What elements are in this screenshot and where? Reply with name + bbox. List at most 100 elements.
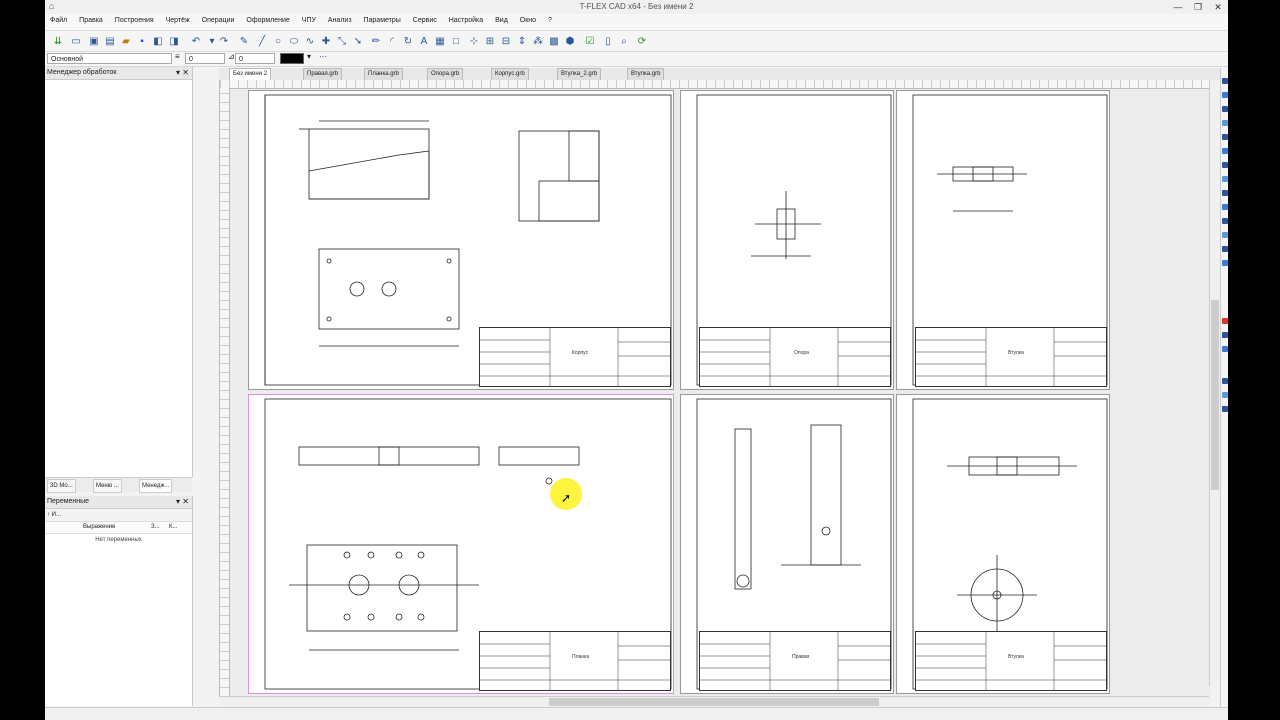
- tab-doc-support[interactable]: Опора.grb: [427, 68, 464, 80]
- image-icon[interactable]: ▩: [547, 34, 561, 48]
- zoom-icon[interactable]: ⌕: [617, 34, 631, 48]
- tool-properties-icon[interactable]: [1222, 392, 1228, 398]
- table-icon[interactable]: ⊟: [499, 34, 513, 48]
- line-icon[interactable]: ╱: [255, 34, 269, 48]
- check-icon[interactable]: ☑: [583, 34, 597, 48]
- tool-select-icon[interactable]: [1222, 78, 1228, 84]
- close-button[interactable]: ✕: [1208, 0, 1228, 14]
- layer-select[interactable]: Основной: [47, 53, 172, 64]
- menu-drawing[interactable]: Чертёж: [161, 14, 195, 24]
- arrows-down-icon[interactable]: ⇊: [51, 34, 65, 48]
- redo-icon[interactable]: ↷: [217, 34, 231, 48]
- circle-icon[interactable]: ○: [271, 34, 285, 48]
- arc-icon[interactable]: ◜: [385, 34, 399, 48]
- menu-window[interactable]: Окно: [515, 14, 541, 24]
- rectangle-icon[interactable]: □: [449, 34, 463, 48]
- tool-layers-icon[interactable]: [1222, 378, 1228, 384]
- horizontal-scrollbar[interactable]: [219, 696, 1209, 707]
- vertical-scroll-thumb[interactable]: [1211, 300, 1219, 490]
- menu-settings[interactable]: Настройка: [444, 14, 488, 24]
- vertical-scrollbar[interactable]: [1209, 80, 1220, 686]
- drawing-sheet-support[interactable]: Опора: [680, 90, 894, 390]
- align-icon[interactable]: ⇕: [515, 34, 529, 48]
- variables-pin-icon[interactable]: ▾ ✕: [176, 496, 189, 508]
- refresh-icon[interactable]: ⟳: [635, 34, 649, 48]
- ellipse-icon[interactable]: ⬭: [287, 34, 301, 48]
- tool-copy-icon[interactable]: [1222, 106, 1228, 112]
- tab-manager[interactable]: Менедж...: [139, 479, 173, 493]
- color-picker[interactable]: [280, 53, 304, 64]
- menu-edit[interactable]: Правка: [74, 14, 108, 24]
- menu-formatting[interactable]: Оформление: [241, 14, 294, 24]
- offset-field-2[interactable]: 0: [235, 53, 275, 64]
- menu-file[interactable]: Файл: [45, 14, 72, 24]
- tool-info-icon[interactable]: [1222, 346, 1228, 352]
- spline-icon[interactable]: ∿: [303, 34, 317, 48]
- print-icon[interactable]: ▤: [103, 34, 117, 48]
- snap-icon[interactable]: ⊹: [467, 34, 481, 48]
- pin-close-icon[interactable]: ▾ ✕: [176, 67, 189, 79]
- menu-operations[interactable]: Операции: [197, 14, 240, 24]
- variables-toolbar[interactable]: ↑ И...: [45, 509, 192, 522]
- grid-icon[interactable]: ⊞: [483, 34, 497, 48]
- line-weight-icon[interactable]: ≡: [175, 52, 180, 61]
- tab-doc-sleeve[interactable]: Втулка.grb: [627, 68, 665, 80]
- menu-cnc[interactable]: ЧПУ: [297, 14, 321, 24]
- dimension-icon[interactable]: ⤡: [335, 34, 349, 48]
- offset-field-1[interactable]: 0: [185, 53, 225, 64]
- page-icon[interactable]: ▯: [601, 34, 615, 48]
- menu-construct[interactable]: Построения: [110, 14, 159, 24]
- drawing-area[interactable]: Корпус Опора Втулка Планка Правая Втулка: [219, 80, 1210, 706]
- drawing-sheet-right[interactable]: Правая: [680, 394, 894, 694]
- drawing-sheet-sleeve-2[interactable]: Втулка: [896, 394, 1110, 694]
- menu-help[interactable]: ?: [543, 14, 557, 24]
- tool-rotate-icon[interactable]: [1222, 120, 1228, 126]
- tool-trim-icon[interactable]: [1222, 176, 1228, 182]
- hatch-icon[interactable]: ▦: [433, 34, 447, 48]
- horizontal-scroll-thumb[interactable]: [549, 698, 879, 706]
- column-k[interactable]: К...: [169, 522, 178, 533]
- tool-chamfer-icon[interactable]: [1222, 218, 1228, 224]
- menu-analysis[interactable]: Анализ: [323, 14, 357, 24]
- minimize-button[interactable]: —: [1168, 0, 1188, 14]
- tab-doc-right[interactable]: Правая.grb: [303, 68, 343, 80]
- tool-join-icon[interactable]: [1222, 260, 1228, 266]
- undo-icon[interactable]: ↶: [189, 34, 203, 48]
- pencil-icon[interactable]: ✏: [369, 34, 383, 48]
- tool-extend-icon[interactable]: [1222, 190, 1228, 196]
- export-icon[interactable]: ◨: [167, 34, 181, 48]
- folder-icon[interactable]: ▰: [119, 34, 133, 48]
- tool-fillet-icon[interactable]: [1222, 204, 1228, 210]
- tool-measure-icon[interactable]: [1222, 332, 1228, 338]
- color-dropdown-icon[interactable]: ▾: [307, 52, 311, 61]
- rotate-icon[interactable]: ↻: [401, 34, 415, 48]
- tool-array-icon[interactable]: [1222, 162, 1228, 168]
- tool-view-icon[interactable]: [1222, 406, 1228, 412]
- new-document-icon[interactable]: ▭: [69, 34, 83, 48]
- line-style-icon[interactable]: ⋯: [319, 52, 327, 61]
- model-icon[interactable]: ⬢: [563, 34, 577, 48]
- tab-doc-sleeve2[interactable]: Втулка_2.grb: [557, 68, 602, 80]
- tool-break-icon[interactable]: [1222, 246, 1228, 252]
- tool-move-icon[interactable]: [1222, 92, 1228, 98]
- save-as-icon[interactable]: ◧: [151, 34, 165, 48]
- tab-menu[interactable]: Меню ...: [93, 479, 122, 493]
- drawing-sheet-sleeve[interactable]: Втулка: [896, 90, 1110, 390]
- menu-service[interactable]: Сервис: [408, 14, 442, 24]
- draw-icon[interactable]: ✎: [237, 34, 251, 48]
- arrow-icon[interactable]: ➘: [351, 34, 365, 48]
- column-s[interactable]: З...: [151, 522, 160, 533]
- menu-view[interactable]: Вид: [490, 14, 513, 24]
- level-icon[interactable]: ⊿: [228, 52, 235, 61]
- tool-mirror-icon[interactable]: [1222, 148, 1228, 154]
- node-icon[interactable]: ✚: [319, 34, 333, 48]
- column-expression[interactable]: Выражение: [83, 522, 115, 533]
- tab-doc-untitled[interactable]: Без имени 2: [229, 68, 272, 80]
- tab-doc-plank[interactable]: Планка.grb: [364, 68, 403, 80]
- tool-scale-icon[interactable]: [1222, 134, 1228, 140]
- tab-3d-model[interactable]: 3D Мо...: [47, 479, 76, 493]
- menu-parameters[interactable]: Параметры: [358, 14, 405, 24]
- tab-doc-body[interactable]: Корпус.grb: [491, 68, 529, 80]
- drawing-sheet-body[interactable]: Корпус: [248, 90, 674, 390]
- tool-offset-icon[interactable]: [1222, 232, 1228, 238]
